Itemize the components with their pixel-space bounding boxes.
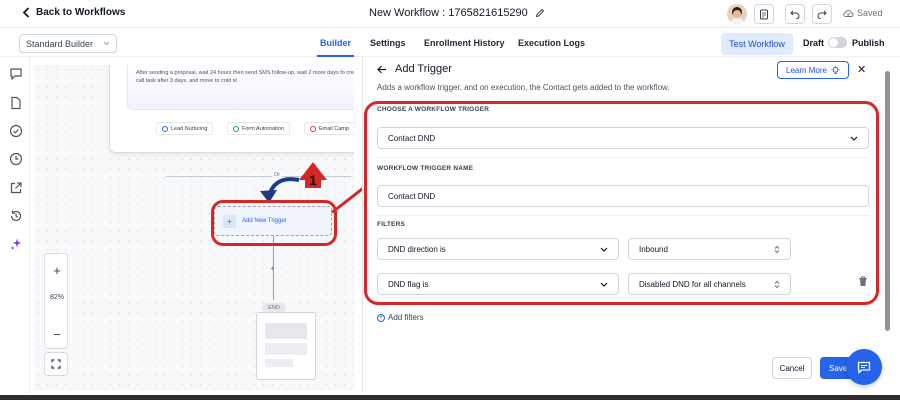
expand-icon xyxy=(51,359,61,369)
add-filters-label: Add filters xyxy=(388,313,424,322)
workflow-node-card[interactable]: After sending a proposal, wait 24 hours … xyxy=(109,65,354,153)
test-workflow-button[interactable]: Test Workflow xyxy=(721,33,793,55)
panel-scrollbar[interactable] xyxy=(885,71,890,331)
chip-email-campaign[interactable]: Email Camp xyxy=(304,122,354,135)
learn-more-button[interactable]: Learn More xyxy=(777,61,849,79)
node-description: After sending a proposal, wait 24 hours … xyxy=(127,65,354,110)
chip-label: Form Automation xyxy=(242,125,284,132)
annotation-number: 1 xyxy=(309,172,317,188)
annotation-arrow-icon: 1 xyxy=(260,162,327,203)
copy-button[interactable] xyxy=(754,4,774,24)
tab-execution-logs[interactable]: Execution Logs xyxy=(518,38,585,48)
workflow-title-text: New Workflow : 1765821615290 xyxy=(369,7,528,19)
saved-label: Saved xyxy=(857,8,883,18)
fit-view-button[interactable] xyxy=(44,352,68,376)
message-icon xyxy=(857,361,871,374)
back-to-workflows-link[interactable]: Back to Workflows xyxy=(22,7,125,18)
left-sidebar xyxy=(0,57,30,400)
cancel-button[interactable]: Cancel xyxy=(772,357,812,379)
file-icon[interactable] xyxy=(9,96,23,110)
chip-label: Lead Nurturing xyxy=(171,125,208,132)
clock-icon[interactable] xyxy=(9,152,23,166)
learn-more-label: Learn More xyxy=(786,65,827,75)
workflow-title: New Workflow : 1765821615290 xyxy=(369,7,545,19)
workflow-toolbar: Standard Builder Builder Settings Enroll… xyxy=(0,29,900,57)
support-chat-button[interactable] xyxy=(846,349,882,385)
zoom-level: 82% xyxy=(49,294,64,301)
document-icon xyxy=(760,9,768,19)
tab-builder[interactable]: Builder xyxy=(316,38,355,57)
external-link-icon[interactable] xyxy=(9,181,23,195)
redo-button[interactable] xyxy=(812,4,832,24)
user-avatar[interactable] xyxy=(727,4,747,24)
chevron-left-icon xyxy=(22,7,30,18)
top-bar: Back to Workflows New Workflow : 1765821… xyxy=(0,0,900,28)
user-icon xyxy=(162,125,168,132)
tab-enrollment-history[interactable]: Enrollment History xyxy=(424,38,505,48)
add-step-plus-icon[interactable]: + xyxy=(270,264,275,273)
add-filters-button[interactable]: + Add filters xyxy=(377,313,424,322)
builder-type-select[interactable]: Standard Builder xyxy=(19,34,117,53)
sparkle-icon[interactable] xyxy=(9,237,23,251)
lightbulb-icon xyxy=(831,65,840,74)
node-description-text: After sending a proposal, wait 24 hours … xyxy=(136,70,354,84)
gear-icon xyxy=(233,125,239,132)
canvas-minimap[interactable] xyxy=(256,312,316,380)
chevron-down-icon xyxy=(103,41,110,46)
chip-lead-nurturing[interactable]: Lead Nurturing xyxy=(156,122,214,135)
edit-pencil-icon[interactable] xyxy=(535,8,545,18)
panel-title: Add Trigger xyxy=(395,63,452,75)
saved-status: Saved xyxy=(843,8,883,18)
zoom-out-button[interactable]: − xyxy=(45,322,69,346)
check-circle-icon[interactable] xyxy=(9,124,23,138)
zoom-in-button[interactable]: + xyxy=(45,258,69,282)
draft-label: Draft xyxy=(803,38,825,48)
chip-label: Email Camp xyxy=(319,125,349,132)
tab-settings[interactable]: Settings xyxy=(370,38,406,48)
screen-bottom-border xyxy=(0,395,900,400)
panel-header: Add Trigger xyxy=(377,63,452,75)
zoom-controls: + 82% − xyxy=(44,253,68,349)
publish-toggle[interactable] xyxy=(828,37,847,48)
close-icon[interactable]: ✕ xyxy=(857,63,866,76)
mail-icon xyxy=(310,125,316,132)
panel-subtitle: Adds a workflow trigger, and on executio… xyxy=(377,83,670,92)
builder-select-value: Standard Builder xyxy=(26,38,94,49)
undo-button[interactable] xyxy=(785,4,805,24)
publish-label: Publish xyxy=(852,38,885,48)
redo-icon xyxy=(817,10,827,19)
annotation-highlight-panel xyxy=(364,101,879,305)
chip-form-automation[interactable]: Form Automation xyxy=(227,122,290,135)
chat-icon[interactable] xyxy=(9,67,23,81)
arrow-left-icon[interactable] xyxy=(377,65,387,74)
back-label: Back to Workflows xyxy=(36,7,126,18)
undo-icon xyxy=(790,10,800,19)
annotation-highlight-trigger xyxy=(211,200,337,246)
cloud-check-icon xyxy=(843,9,854,17)
history-icon[interactable] xyxy=(9,209,23,223)
plus-circle-icon: + xyxy=(377,313,385,322)
